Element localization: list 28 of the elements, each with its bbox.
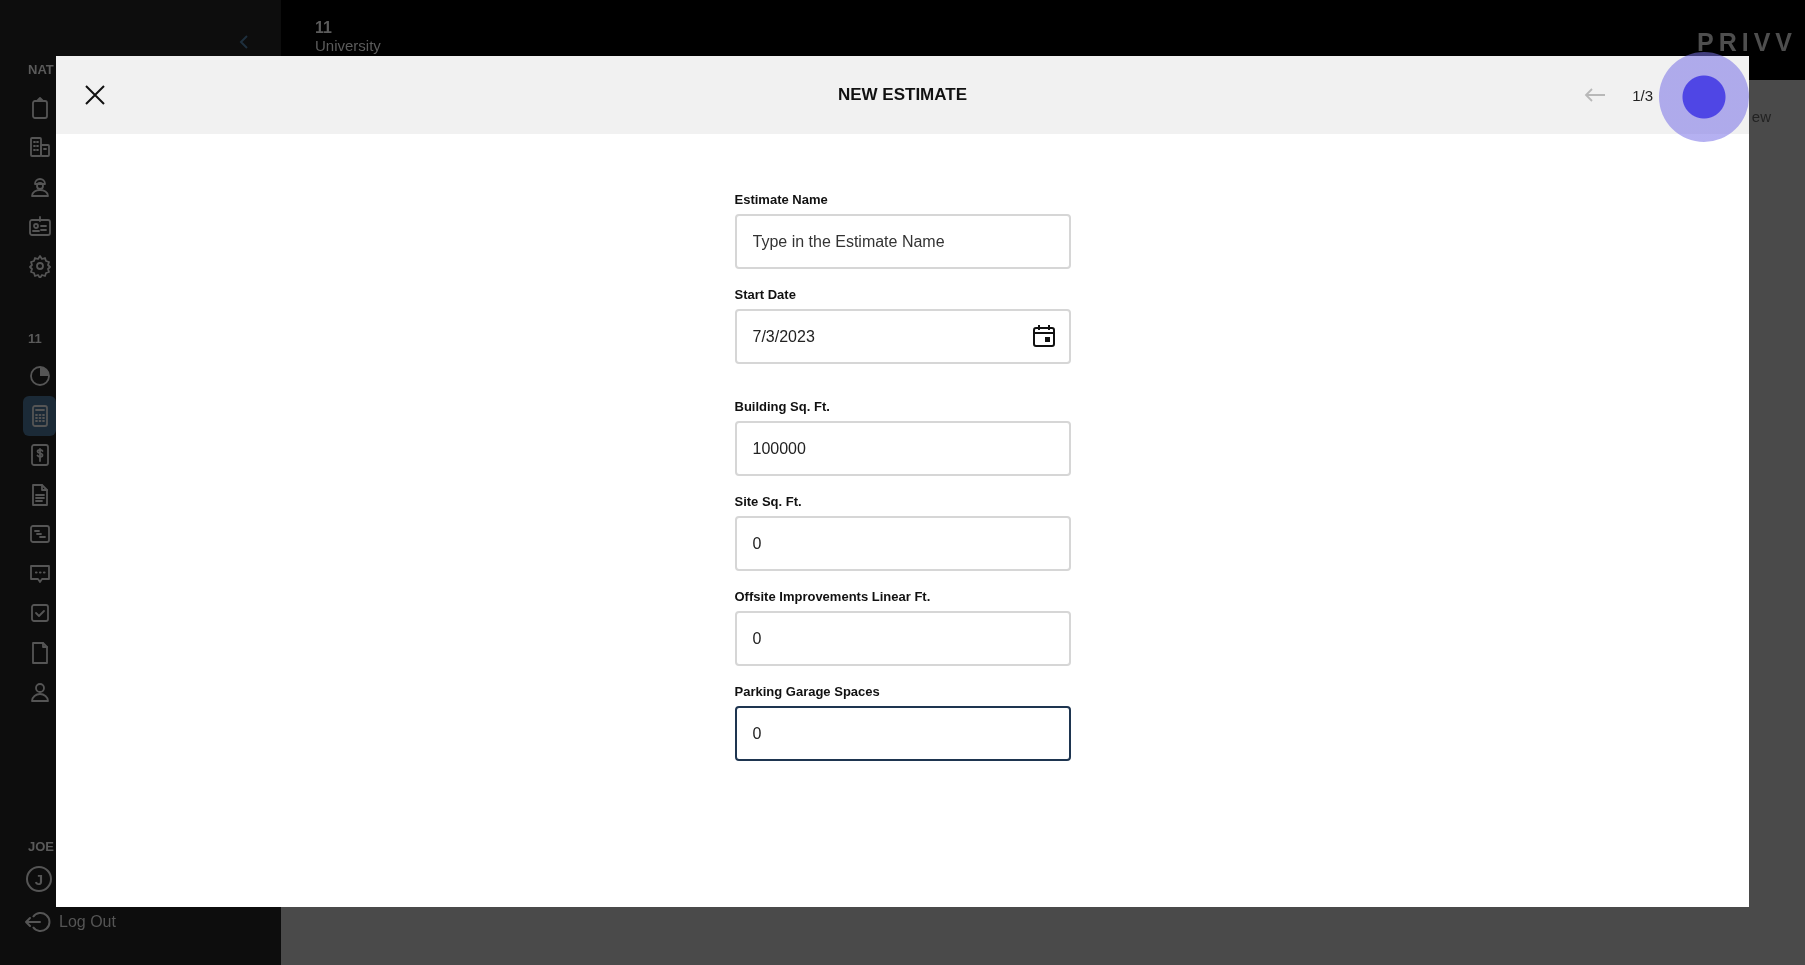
input-field[interactable]: 0 [734,611,1071,666]
section-label: JOE [28,839,55,855]
buildings-icon[interactable] [27,135,52,160]
input-field[interactable]: 0 [734,706,1071,761]
input-field[interactable]: 0 [734,516,1071,571]
field-label: Site Sq. Ft. [734,494,803,510]
field-label: Estimate Name [734,192,829,208]
modal-title: NEW ESTIMATE [837,85,968,105]
page-counter: 1/3 [1632,86,1653,104]
section-label: 11 [28,330,43,347]
project-number: 11 [315,19,333,37]
pie-chart-icon[interactable] [27,364,52,389]
field-label: Offsite Improvements Linear Ft. [734,589,932,605]
id-card-icon[interactable] [27,214,52,239]
logout-icon[interactable] [23,909,51,934]
input-field[interactable]: Type in the Estimate Name [734,214,1071,269]
sidebar-item[interactable] [23,396,56,436]
calendar-icon[interactable] [1030,323,1057,349]
date-field[interactable]: 7/3/2023 [734,309,1071,364]
logo: PRIVV [1696,28,1797,58]
field-label: Parking Garage Spaces [734,684,881,700]
project-name: University [315,37,381,54]
input-field[interactable]: 100000 [734,421,1071,476]
settings-icon[interactable] [27,253,52,278]
field-label: Start Date [734,287,797,303]
field-label: Building Sq. Ft. [734,399,831,415]
close-button[interactable] [84,84,106,106]
section-label: NAT [28,62,55,78]
